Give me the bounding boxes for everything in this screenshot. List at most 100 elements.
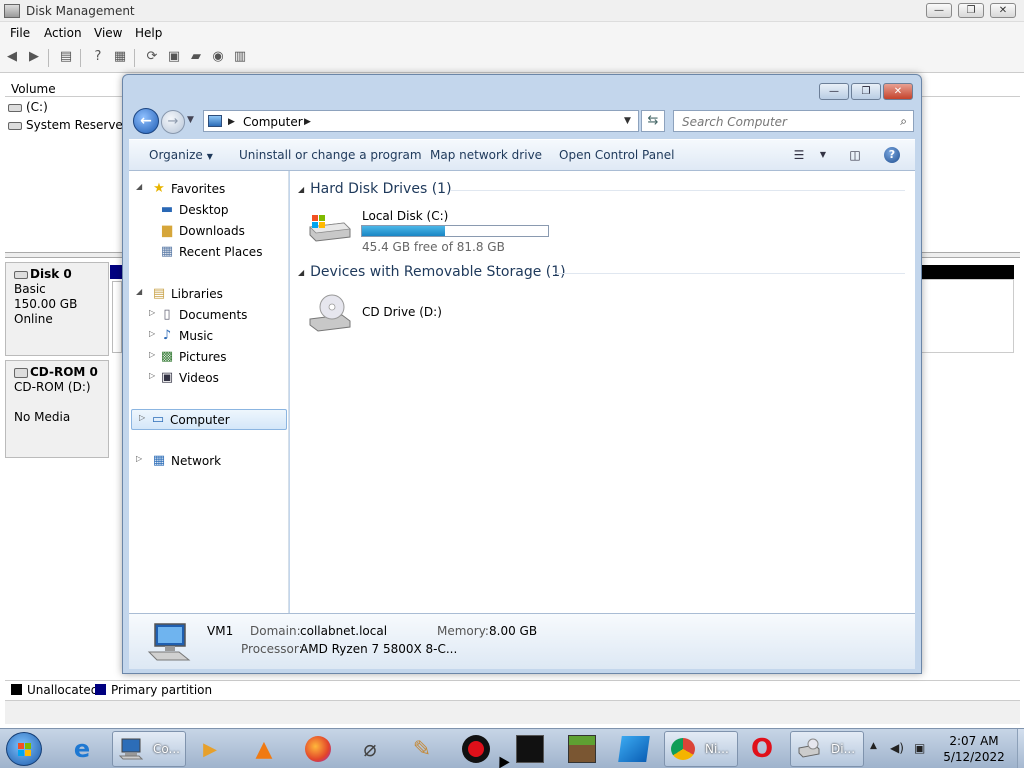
taskbar-disk-management-button[interactable]: Di... [790, 731, 864, 767]
media-player-icon[interactable]: ▶ [190, 731, 230, 767]
start-button[interactable] [6, 732, 42, 766]
expanded-arrow-icon[interactable]: ◢ [136, 287, 142, 296]
domain-value: collabnet.local [300, 624, 388, 638]
back-button[interactable]: ← [133, 108, 159, 134]
partition-block[interactable] [112, 281, 122, 353]
search-icon[interactable]: ⌕ [900, 114, 907, 129]
cdrom-icon [14, 367, 28, 378]
clock[interactable]: 2:07 AM 5/12/2022 [934, 733, 1014, 765]
view-dropdown-icon[interactable]: ▼ [815, 147, 831, 163]
nav-pictures[interactable]: ▷ ▩ Pictures [133, 347, 285, 367]
menu-action[interactable]: Action [44, 26, 82, 40]
nav-computer[interactable]: ▷ ▭ Computer [131, 409, 287, 430]
network-status-icon[interactable]: ▣ [914, 741, 925, 755]
collapsed-arrow-icon[interactable]: ▷ [149, 371, 155, 380]
collapsed-arrow-icon[interactable]: ▷ [149, 308, 155, 317]
search-box[interactable]: Search Computer ⌕ [673, 110, 914, 132]
properties-icon[interactable]: ▦ [112, 49, 128, 65]
search-input[interactable]: Search Computer [682, 115, 787, 129]
forward-button[interactable]: → [161, 110, 185, 134]
explorer-minimize-button[interactable]: — [819, 83, 849, 100]
disk-0-label[interactable]: Disk 0 Basic 150.00 GB Online [5, 262, 109, 356]
collapsed-arrow-icon[interactable]: ▷ [149, 350, 155, 359]
recorder-icon[interactable] [456, 731, 496, 767]
map-network-drive-button[interactable]: Map network drive [430, 148, 542, 162]
recent-pages-dropdown-icon[interactable]: ▼ [187, 115, 194, 125]
menu-file[interactable]: File [10, 26, 30, 40]
breadcrumb-computer[interactable]: Computer [243, 115, 303, 129]
internet-explorer-icon[interactable]: e [62, 731, 102, 767]
music-icon: ♪ [162, 328, 172, 343]
show-hidden-icons-icon[interactable]: ▲ [870, 741, 877, 751]
explorer-close-button[interactable]: ✕ [883, 83, 913, 100]
rescan-icon[interactable]: ▣ [166, 49, 182, 65]
nav-libraries[interactable]: ◢ ▤ Libraries [133, 284, 285, 304]
collapse-group-icon[interactable]: ◢ [298, 268, 304, 277]
firefox-icon[interactable] [298, 731, 338, 767]
address-dropdown-icon[interactable]: ▼ [624, 116, 631, 126]
address-bar[interactable]: ▶ Computer ▶ ▼ [203, 110, 639, 132]
blue-app-icon[interactable] [614, 731, 654, 767]
open-control-panel-button[interactable]: Open Control Panel [559, 148, 674, 162]
preview-pane-icon[interactable]: ◫ [847, 147, 863, 163]
disk-type: CD-ROM (D:) [14, 380, 91, 394]
breadcrumb-arrow-icon[interactable]: ▶ [304, 115, 311, 129]
minimize-button[interactable]: — [926, 3, 952, 18]
uninstall-program-button[interactable]: Uninstall or change a program [239, 148, 422, 162]
volume-row[interactable]: System Reserved [8, 118, 130, 132]
help-icon[interactable]: ? [884, 147, 900, 163]
chrome-icon [671, 738, 695, 760]
help-book-icon[interactable]: ? [90, 49, 106, 65]
vlc-icon[interactable]: ▲ [244, 731, 284, 767]
collapsed-arrow-icon[interactable]: ▷ [136, 454, 142, 463]
equalizer-app-icon[interactable] [510, 731, 550, 767]
collapsed-arrow-icon[interactable]: ▷ [149, 329, 155, 338]
collapsed-arrow-icon[interactable]: ▷ [139, 413, 145, 422]
unallocated-partition[interactable] [916, 279, 1014, 353]
group-header-hard-disks[interactable]: ◢ Hard Disk Drives (1) [298, 181, 452, 197]
microphone-icon[interactable]: ⌀ [350, 731, 390, 767]
group-header-removable-storage[interactable]: ◢ Devices with Removable Storage (1) [298, 264, 566, 280]
nav-documents[interactable]: ▷ ▯ Documents [133, 305, 285, 325]
show-desktop-button[interactable] [1017, 729, 1024, 768]
paint-icon[interactable]: ✎ [402, 731, 442, 767]
explorer-maximize-button[interactable]: ❐ [851, 83, 881, 100]
nav-videos[interactable]: ▷ ▣ Videos [133, 368, 285, 388]
nav-downloads[interactable]: ▆ Downloads [133, 221, 285, 241]
nav-desktop[interactable]: ▬ Desktop [133, 200, 285, 220]
menu-view[interactable]: View [94, 26, 122, 40]
volume-name: (C:) [26, 100, 48, 114]
expanded-arrow-icon[interactable]: ◢ [136, 182, 142, 191]
refresh-icon[interactable]: ⇆ [641, 110, 665, 132]
cd-drive-d-item[interactable]: CD Drive (D:) [300, 291, 500, 335]
cdrom-0-label[interactable]: CD-ROM 0 CD-ROM (D:) No Media [5, 360, 109, 458]
nav-music[interactable]: ▷ ♪ Music [133, 326, 285, 346]
local-disk-c-item[interactable]: Local Disk (C:) 45.4 GB free of 81.8 GB [300, 207, 550, 254]
breadcrumb-arrow-icon[interactable]: ▶ [228, 115, 235, 129]
settings-icon[interactable]: ▥ [232, 49, 248, 65]
collapse-group-icon[interactable]: ◢ [298, 185, 304, 194]
console-tree-icon[interactable]: ▤ [58, 49, 74, 65]
restore-button[interactable]: ❐ [958, 3, 984, 18]
volume-icon[interactable]: ◀) [890, 741, 904, 755]
back-arrow-icon[interactable]: ◀ [4, 49, 20, 65]
change-view-icon[interactable]: ☰ [791, 147, 807, 163]
opera-icon[interactable]: O [742, 731, 782, 767]
forward-arrow-icon[interactable]: ▶ [26, 49, 42, 65]
refresh-icon[interactable]: ⟳ [144, 49, 160, 65]
close-button[interactable]: ✕ [990, 3, 1016, 18]
domain-label: Domain: [250, 624, 301, 638]
minecraft-icon[interactable] [562, 731, 602, 767]
open-folder-icon[interactable]: ▰ [188, 49, 204, 65]
menu-help[interactable]: Help [135, 26, 162, 40]
unallocated-swatch [11, 684, 22, 695]
volume-row[interactable]: (C:) [8, 100, 48, 114]
volume-column-header[interactable]: Volume [11, 82, 56, 96]
taskbar-explorer-button[interactable]: Co... [112, 731, 186, 767]
organize-button[interactable]: Organize ▼ [149, 148, 213, 162]
taskbar-chrome-button[interactable]: Ni... [664, 731, 738, 767]
search-disk-icon[interactable]: ◉ [210, 49, 226, 65]
nav-network[interactable]: ▷ ▦ Network [133, 451, 285, 471]
nav-favorites[interactable]: ◢ ★ Favorites [133, 179, 285, 199]
nav-recent-places[interactable]: ▦ Recent Places [133, 242, 285, 262]
